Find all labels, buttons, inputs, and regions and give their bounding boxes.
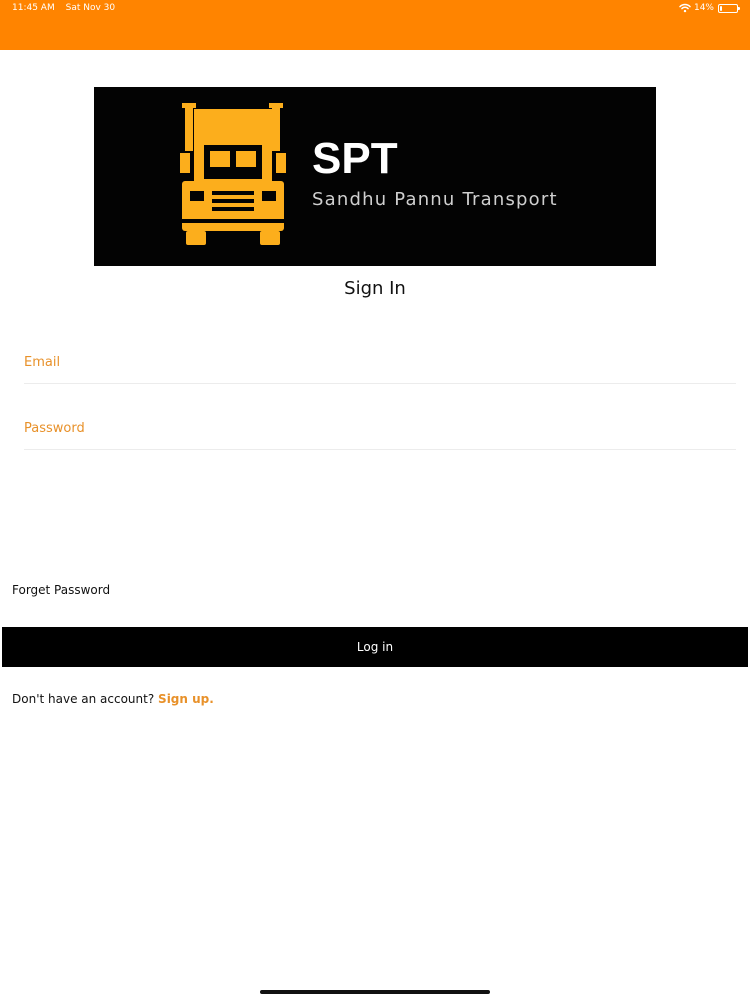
wifi-icon	[679, 3, 691, 13]
truck-icon	[180, 103, 286, 245]
sign-in-screen: 11:45 AM Sat Nov 30 14% SPT Sandhu Pannu…	[0, 0, 750, 1000]
signup-prompt: Don't have an account?	[12, 692, 155, 706]
logo-brand: SPT	[312, 134, 398, 183]
page-title: Sign In	[344, 278, 406, 299]
password-field-container	[24, 408, 736, 450]
forget-password-link[interactable]: Forget Password	[12, 583, 110, 597]
signup-row: Don't have an account? Sign up.	[12, 692, 214, 706]
signup-link[interactable]: Sign up.	[158, 692, 214, 706]
status-left: 11:45 AM Sat Nov 30	[12, 3, 123, 13]
status-time: 11:45 AM	[12, 3, 55, 13]
logo-banner: SPT Sandhu Pannu Transport	[94, 87, 656, 266]
email-field-container	[24, 342, 736, 384]
email-field[interactable]	[24, 342, 736, 383]
status-date: Sat Nov 30	[65, 3, 116, 13]
logo-tagline: Sandhu Pannu Transport	[312, 189, 558, 210]
battery-icon	[718, 3, 740, 13]
login-button[interactable]: Log in	[2, 627, 748, 667]
status-right: 14%	[679, 3, 740, 13]
battery-percent: 14%	[693, 3, 714, 13]
status-bar: 11:45 AM Sat Nov 30 14%	[0, 0, 750, 50]
password-field[interactable]	[24, 408, 736, 449]
home-indicator	[260, 990, 490, 994]
